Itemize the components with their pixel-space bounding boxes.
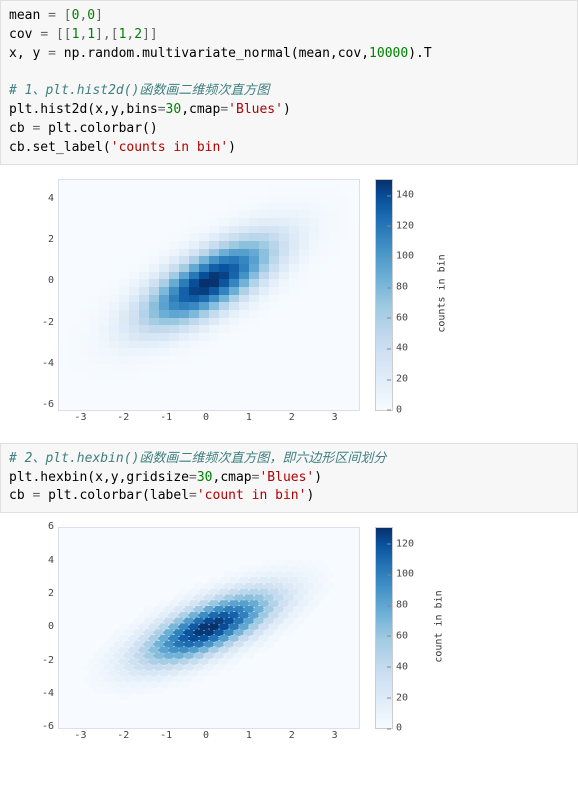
- x-tick: 3: [332, 412, 338, 423]
- figure-hist2d: -3-2-10123 -6-4-2024 020406080100120140 …: [25, 173, 445, 431]
- x-tick: -3: [74, 412, 86, 423]
- figure-2-wrap: -3-2-10123 -6-4-20246 020406080100120 co…: [0, 521, 578, 763]
- figure-hexbin: -3-2-10123 -6-4-20246 020406080100120 co…: [25, 521, 445, 751]
- x-tick: 0: [203, 412, 209, 423]
- hexbin-field: [59, 528, 359, 728]
- y-tick: -6: [30, 399, 54, 410]
- colorbar-label: counts in bin: [437, 254, 448, 332]
- x-tick: 0: [203, 730, 209, 741]
- x-tick: -2: [117, 412, 129, 423]
- x-tick: 2: [289, 412, 295, 423]
- y-tick: 2: [30, 234, 54, 245]
- colorbar-tick: 80: [392, 282, 408, 293]
- colorbar-tick: 0: [392, 404, 402, 415]
- colorbar-tick: 0: [392, 723, 402, 734]
- hist2d-grid: [59, 180, 359, 410]
- colorbar-tick: 80: [392, 600, 408, 611]
- colorbar-tick: 60: [392, 630, 408, 641]
- y-tick: -2: [30, 655, 54, 666]
- colorbar-tick: 40: [392, 661, 408, 672]
- x-tick: 3: [332, 730, 338, 741]
- colorbar: 020406080100120140: [375, 179, 393, 411]
- y-tick: 4: [30, 193, 54, 204]
- colorbar-tick: 120: [392, 220, 414, 231]
- y-tick: -4: [30, 358, 54, 369]
- figure-1-wrap: -3-2-10123 -6-4-2024 020406080100120140 …: [0, 173, 578, 443]
- y-tick: 6: [30, 521, 54, 532]
- colorbar-tick: 120: [392, 538, 414, 549]
- colorbar-tick: 100: [392, 251, 414, 262]
- plot-area: [58, 179, 360, 411]
- y-tick: -6: [30, 721, 54, 732]
- colorbar-label: count in bin: [434, 591, 445, 663]
- x-tick: 1: [246, 730, 252, 741]
- colorbar-tick: 20: [392, 374, 408, 385]
- x-tick: -3: [74, 730, 86, 741]
- colorbar-tick: 60: [392, 312, 408, 323]
- colorbar-tick: 100: [392, 569, 414, 580]
- y-tick: 4: [30, 555, 54, 566]
- colorbar-gradient: [376, 180, 392, 410]
- colorbar-tick: 40: [392, 343, 408, 354]
- y-tick: -4: [30, 688, 54, 699]
- x-tick: -1: [160, 412, 172, 423]
- colorbar: 020406080100120: [375, 527, 393, 729]
- y-tick: 0: [30, 275, 54, 286]
- code-cell-1: mean = [0,0] cov = [[1,1],[1,2]] x, y = …: [0, 0, 578, 165]
- code-cell-2: # 2、plt.hexbin()函数画二维频次直方图，即六边形区间划分 plt.…: [0, 443, 578, 514]
- x-tick: -1: [160, 730, 172, 741]
- y-tick: 2: [30, 588, 54, 599]
- x-tick: -2: [117, 730, 129, 741]
- y-tick: 0: [30, 621, 54, 632]
- plot-area: [58, 527, 360, 729]
- colorbar-tick: 140: [392, 190, 414, 201]
- y-tick: -2: [30, 317, 54, 328]
- x-tick: 2: [289, 730, 295, 741]
- colorbar-tick: 20: [392, 692, 408, 703]
- x-tick: 1: [246, 412, 252, 423]
